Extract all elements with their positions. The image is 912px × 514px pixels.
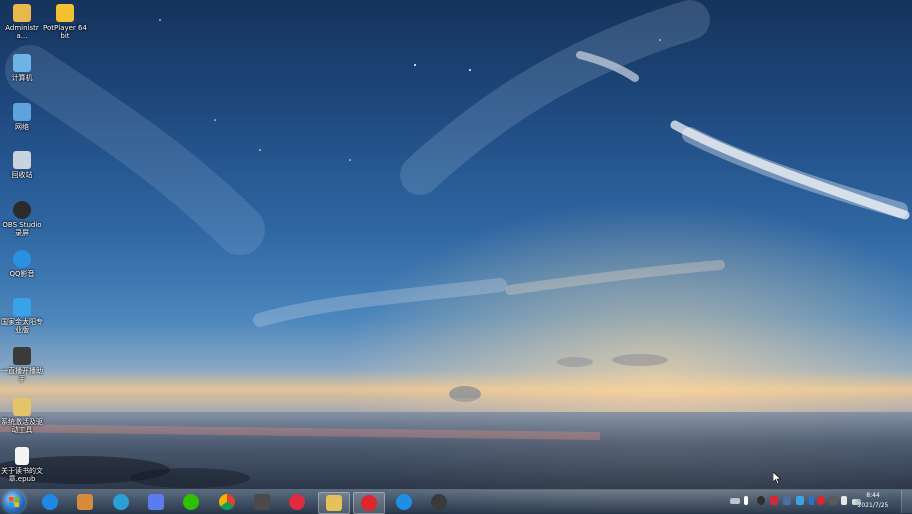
bird-app-icon bbox=[148, 494, 164, 510]
desktop-icon-obs-studio[interactable]: OBS Studio录屏 bbox=[0, 201, 44, 237]
desktop-icon-recycle-bin[interactable]: 回收站 bbox=[0, 151, 44, 179]
taskbar-app-netease-music[interactable] bbox=[353, 492, 385, 514]
network-icon bbox=[13, 103, 31, 121]
potplayer-icon bbox=[56, 4, 74, 22]
obs-icon bbox=[13, 201, 31, 219]
ie-icon bbox=[42, 494, 58, 510]
desktop-icon-live-assistant[interactable]: 一直播开播助手 bbox=[0, 347, 44, 383]
mouse-cursor-icon bbox=[773, 472, 781, 484]
clock-date: 2021/7/25 bbox=[857, 502, 889, 509]
taskbar-app-library[interactable] bbox=[70, 492, 100, 512]
taskbar-app-recorder[interactable] bbox=[282, 492, 312, 512]
taskbar-clock[interactable]: 8:44 2021/7/25 bbox=[848, 491, 898, 511]
desktop-icon-label: QQ影音 bbox=[9, 270, 35, 278]
volume-tray-icon[interactable] bbox=[841, 496, 847, 505]
folder-explorer-icon bbox=[326, 495, 342, 511]
desktop-icon-label: 系统激活及驱动工具 bbox=[1, 418, 43, 434]
taskbar-app-cloud[interactable] bbox=[106, 492, 136, 512]
wechat-icon bbox=[183, 494, 199, 510]
desktop-icon-potplayer[interactable]: PotPlayer 64 bit bbox=[43, 4, 87, 40]
taskbar-app-browser[interactable] bbox=[389, 492, 419, 512]
desktop-icon-label: 回收站 bbox=[11, 171, 33, 179]
desktop-icon-label: OBS Studio录屏 bbox=[2, 221, 42, 237]
cloud-app-icon bbox=[113, 494, 129, 510]
desktop-icon-activation-tool[interactable]: 系统激活及驱动工具 bbox=[0, 398, 44, 434]
recycle-bin-icon bbox=[13, 151, 31, 169]
live-assistant-icon bbox=[13, 347, 31, 365]
desktop-icon-computer[interactable]: 计算机 bbox=[0, 54, 44, 82]
desktop-icon-qq-player[interactable]: QQ影音 bbox=[0, 250, 44, 278]
cloud-tray-icon[interactable] bbox=[796, 496, 804, 505]
desktop-icon-network[interactable]: 网络 bbox=[0, 103, 44, 131]
windows-logo-icon bbox=[9, 497, 19, 507]
netease-tray-icon[interactable] bbox=[817, 496, 825, 505]
shield-tray-icon[interactable] bbox=[783, 496, 791, 505]
desktop-icon-label: 网络 bbox=[15, 123, 29, 131]
media-tray-icon[interactable] bbox=[829, 496, 837, 505]
taskbar-app-internet-explorer[interactable] bbox=[35, 492, 65, 512]
qq-player-icon bbox=[13, 250, 31, 268]
desktop-icon-administrator[interactable]: Administra... bbox=[0, 4, 44, 40]
obs-taskbar-icon bbox=[431, 494, 447, 510]
activation-tool-icon bbox=[13, 398, 31, 416]
clock-time: 8:44 bbox=[866, 492, 880, 499]
bluetooth-tray-icon[interactable] bbox=[809, 496, 814, 505]
document-icon bbox=[15, 447, 29, 465]
obs-tray-icon[interactable] bbox=[757, 496, 765, 505]
chrome-icon bbox=[219, 494, 235, 510]
browser-blue-icon bbox=[396, 494, 412, 510]
desktop-icons-area: Administra... PotPlayer 64 bit 计算机 网络 回收… bbox=[0, 0, 100, 490]
desktop-icon-label: 国家金太阳专业版 bbox=[1, 318, 43, 334]
folder-icon bbox=[13, 4, 31, 22]
desktop-wallpaper bbox=[0, 0, 912, 513]
record-icon bbox=[289, 494, 305, 510]
desktop-icon-epub-document[interactable]: 关于读书的文章.epub bbox=[0, 447, 44, 483]
desktop-icon-sun-education[interactable]: 国家金太阳专业版 bbox=[0, 298, 44, 334]
desktop-icon-label: 计算机 bbox=[11, 74, 33, 82]
taskbar-app-file-explorer[interactable] bbox=[318, 492, 350, 514]
desktop-icon-label: PotPlayer 64 bit bbox=[43, 24, 87, 40]
desktop-icon-label: 关于读书的文章.epub bbox=[1, 467, 43, 483]
taskbar-app-editor[interactable] bbox=[247, 492, 277, 512]
desktop-icon-label: Administra... bbox=[5, 24, 39, 40]
flag-tray-icon[interactable] bbox=[744, 496, 748, 505]
taskbar-app-wechat[interactable] bbox=[176, 492, 206, 512]
editor-icon bbox=[254, 494, 270, 510]
library-books-icon bbox=[77, 494, 93, 510]
keyboard-tray-icon[interactable] bbox=[730, 498, 740, 504]
taskbar-app-feishu[interactable] bbox=[141, 492, 171, 512]
taskbar-app-obs[interactable] bbox=[424, 492, 454, 512]
show-desktop-button[interactable] bbox=[901, 490, 912, 513]
antivirus-tray-icon[interactable] bbox=[770, 496, 778, 505]
computer-icon bbox=[13, 54, 31, 72]
start-button[interactable] bbox=[3, 491, 25, 513]
desktop-icon-label: 一直播开播助手 bbox=[1, 367, 43, 383]
taskbar-app-chrome[interactable] bbox=[212, 492, 242, 512]
netease-music-icon bbox=[361, 495, 377, 511]
sun-edu-icon bbox=[13, 298, 31, 316]
